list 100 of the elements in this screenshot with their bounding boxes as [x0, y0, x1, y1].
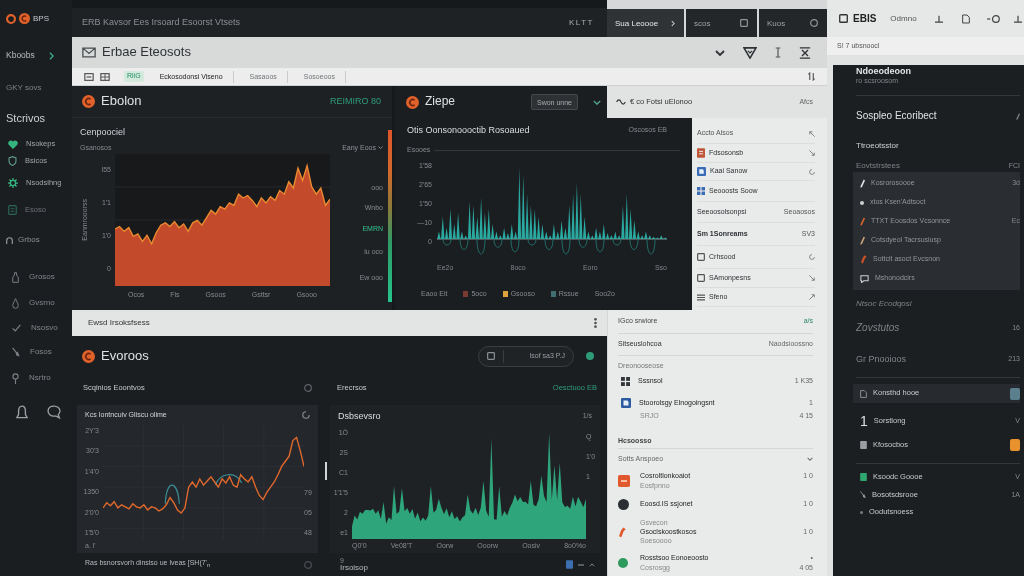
chart-title: Otis Oonsonoooctib Rosoaued — [407, 124, 530, 136]
caret-icon — [671, 19, 675, 27]
arch-icon — [6, 236, 13, 244]
chart-title: Dsbsevsro — [338, 410, 381, 422]
refresh-icon[interactable] — [302, 411, 310, 419]
logo-icon — [82, 95, 95, 108]
sort-icon[interactable] — [808, 72, 815, 81]
collapse-icon[interactable] — [799, 46, 811, 59]
spinner-icon[interactable] — [809, 254, 815, 260]
nav-link[interactable]: Nsrtro — [6, 369, 72, 387]
circle-icon — [304, 560, 312, 569]
document-icon[interactable] — [961, 13, 970, 24]
marker-icon — [618, 526, 626, 538]
square-icon — [740, 19, 748, 27]
mail-icon — [82, 47, 96, 58]
page-title: Erbae Eteosots — [102, 45, 191, 60]
spinner-icon[interactable] — [809, 168, 815, 175]
gear-icon — [8, 178, 18, 188]
section-title: Sospleo Ecoribect — [856, 110, 937, 122]
arrow-icon[interactable] — [809, 150, 815, 156]
pencil-icon — [860, 236, 865, 245]
document-icon — [860, 389, 867, 398]
heart-icon — [8, 139, 18, 149]
text-cursor-icon[interactable] — [775, 47, 781, 58]
toggle-icon[interactable] — [986, 14, 1000, 23]
dot-icon — [860, 510, 863, 514]
caret-down-icon — [378, 145, 383, 149]
pen-icon — [12, 346, 20, 358]
item-number: 1 — [860, 412, 868, 430]
grid-icon — [621, 376, 630, 386]
pencil-icon — [860, 179, 865, 188]
action-button[interactable] — [1010, 387, 1020, 400]
marker-icon — [860, 255, 867, 264]
square-icon — [697, 253, 705, 261]
tab[interactable]: Sua Leoooe — [607, 9, 684, 37]
caret-up-icon[interactable] — [589, 562, 595, 567]
note-icon — [8, 205, 17, 215]
arrow-icon[interactable] — [809, 275, 815, 281]
minus-icon[interactable] — [578, 563, 584, 566]
pencil-icon — [860, 217, 865, 226]
document-icon — [621, 398, 631, 408]
nav-link[interactable]: Grosos — [6, 268, 72, 286]
tile-icon — [618, 475, 630, 487]
bell-icon[interactable] — [16, 405, 28, 419]
section-title: Stcrivos — [6, 111, 46, 125]
action-button[interactable] — [1010, 439, 1020, 451]
arrow-icon[interactable] — [809, 130, 815, 137]
card-title: Evoroos — [101, 348, 149, 364]
section-title: Ewsd Irsoksfsess — [88, 318, 150, 328]
tab[interactable]: Kuos — [759, 9, 827, 37]
logo-icon — [406, 95, 419, 109]
pen-icon — [860, 491, 866, 499]
drop-icon — [12, 297, 19, 309]
nav-link[interactable]: Gvsrno — [6, 294, 72, 312]
panel-title: EBIS — [853, 12, 877, 25]
chevron-right-icon[interactable] — [49, 52, 54, 60]
list-icon — [697, 293, 705, 301]
minus-box-icon[interactable] — [84, 72, 94, 81]
nav-link[interactable]: Fosos — [6, 343, 72, 361]
wave-icon — [616, 99, 626, 105]
logo-icon — [19, 13, 30, 24]
dot-icon — [618, 498, 629, 510]
shield-icon — [8, 156, 17, 166]
circle-icon[interactable] — [304, 384, 312, 392]
nav-link[interactable]: Nsosvo — [6, 319, 72, 337]
workspace-label: GKY sovs — [6, 83, 42, 93]
pin-icon — [12, 372, 19, 384]
grid-icon[interactable] — [100, 72, 110, 81]
chevron-down-icon[interactable] — [715, 49, 725, 56]
group-title: Ttroeotsstor — [856, 141, 899, 151]
dot-icon — [618, 558, 628, 568]
arrow-icon[interactable] — [809, 294, 815, 300]
tab[interactable]: scos — [686, 9, 757, 37]
panel-subtitle: Odmno — [890, 13, 917, 24]
grid-icon — [697, 187, 705, 195]
checkbox-icon[interactable] — [839, 14, 848, 23]
square-icon — [860, 441, 867, 449]
logo-ring-icon — [6, 13, 16, 24]
card-title: Ziepe — [425, 95, 456, 109]
account-name[interactable]: Kboobs — [6, 51, 35, 61]
footer-text: Irsoisop — [340, 563, 368, 573]
chevron-down-icon[interactable] — [593, 99, 601, 105]
pencil-icon[interactable] — [1016, 112, 1020, 120]
square-icon — [487, 352, 495, 360]
filter-icon[interactable] — [743, 46, 757, 59]
message-icon — [860, 274, 869, 283]
check-icon — [12, 324, 21, 332]
chat-icon[interactable] — [47, 405, 61, 419]
more-icon[interactable] — [594, 318, 597, 328]
align-icon[interactable] — [933, 14, 944, 23]
status-text: KLTT — [569, 17, 594, 28]
align-icon[interactable] — [1012, 14, 1023, 23]
window-title: ERB Kavsor Ees Irsoard Esoorst Vtsets — [82, 17, 241, 28]
brand-name: BPS — [33, 13, 49, 24]
card-title: Ebolon — [101, 94, 142, 109]
circle-icon — [810, 19, 818, 27]
scroll-handle[interactable] — [325, 462, 327, 480]
sidebar-item[interactable]: Grbos — [6, 232, 72, 248]
dot-icon — [860, 200, 864, 205]
bottle-icon — [12, 271, 19, 283]
